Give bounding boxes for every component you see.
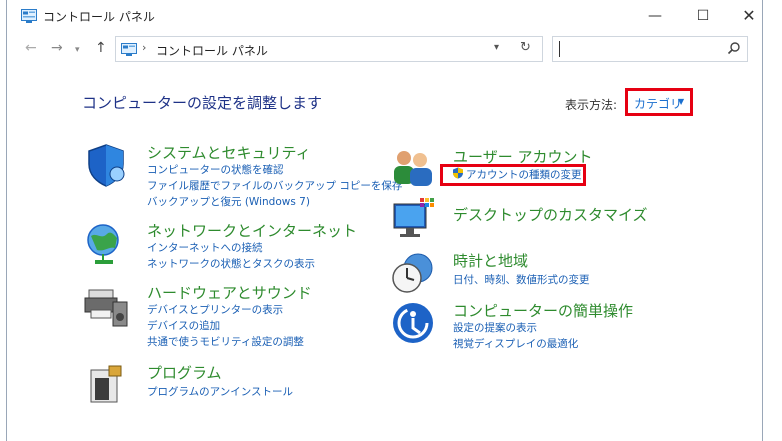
text-caret	[559, 41, 560, 57]
control-panel-icon	[21, 9, 37, 23]
category-link[interactable]: 共通で使うモビリティ設定の調整	[147, 334, 304, 349]
clock-globe-icon[interactable]	[390, 250, 436, 296]
view-by-label: 表示方法:	[565, 98, 618, 112]
category-title[interactable]: システムとセキュリティ	[147, 142, 311, 163]
control-panel-window: コントロール パネル — ☐ ✕ ← → ▾ ↑ › コントロール パネル ▾ …	[6, 0, 763, 441]
monitor-icon[interactable]	[390, 196, 436, 242]
category-link[interactable]: デバイスの追加	[147, 318, 220, 333]
breadcrumb-separator: ›	[142, 41, 147, 54]
category-link[interactable]: コンピューターの状態を確認	[147, 162, 284, 177]
category-link[interactable]: 設定の提案の表示	[453, 320, 537, 335]
category-link[interactable]: デバイスとプリンターの表示	[147, 302, 283, 317]
back-button[interactable]: ←	[25, 40, 37, 56]
forward-button[interactable]: →	[51, 40, 63, 56]
category-link[interactable]: ファイル履歴でファイルのバックアップ コピーを保存	[147, 178, 402, 193]
category-desktop-customization: デスクトップのカスタマイズ	[390, 196, 690, 242]
category-title[interactable]: デスクトップのカスタマイズ	[453, 204, 648, 225]
category-link[interactable]: インターネットへの接続	[147, 240, 263, 255]
search-icon[interactable]	[727, 41, 741, 55]
close-button[interactable]: ✕	[729, 4, 769, 28]
shield-icon[interactable]	[83, 142, 129, 188]
refresh-button[interactable]: ↻	[520, 40, 531, 55]
category-link[interactable]: 視覚ディスプレイの最適化	[453, 336, 578, 351]
category-title[interactable]: 時計と地域	[453, 250, 528, 271]
address-bar[interactable]: › コントロール パネル ▾ ↻	[115, 36, 543, 62]
category-title[interactable]: プログラム	[147, 362, 222, 383]
highlight-box	[440, 164, 586, 186]
minimize-button[interactable]: —	[635, 4, 675, 28]
page-title: コンピューターの設定を調整します	[82, 94, 323, 112]
category-link[interactable]: バックアップと復元 (Windows 7)	[147, 194, 310, 209]
programs-icon[interactable]	[83, 362, 129, 408]
maximize-button[interactable]: ☐	[683, 4, 723, 28]
address-dropdown-button[interactable]: ▾	[494, 42, 499, 53]
category-programs: プログラム プログラムのアンインストール	[83, 362, 383, 408]
up-button[interactable]: ↑	[95, 40, 107, 56]
window-title: コントロール パネル	[43, 10, 155, 24]
breadcrumb-control-panel[interactable]: コントロール パネル	[156, 42, 268, 59]
control-panel-icon	[121, 43, 137, 56]
title-bar: コントロール パネル — ☐ ✕	[7, 0, 762, 32]
category-link[interactable]: プログラムのアンインストール	[147, 384, 293, 399]
category-title[interactable]: ハードウェアとサウンド	[147, 282, 312, 303]
category-hardware-sound: ハードウェアとサウンド デバイスとプリンターの表示 デバイスの追加 共通で使うモ…	[83, 282, 383, 348]
category-ease-of-access: コンピューターの簡単操作 設定の提案の表示 視覚ディスプレイの最適化	[390, 300, 690, 352]
users-icon[interactable]	[390, 144, 436, 190]
network-globe-icon[interactable]	[83, 220, 129, 266]
category-link[interactable]: ネットワークの状態とタスクの表示	[147, 256, 315, 271]
view-by-value[interactable]: カテゴリ	[634, 95, 682, 112]
accessibility-icon[interactable]	[390, 300, 436, 346]
chevron-down-icon[interactable]: ▼	[678, 97, 684, 106]
search-input[interactable]	[552, 36, 748, 62]
view-by-dropdown[interactable]: カテゴリ ▼	[625, 88, 693, 116]
category-title[interactable]: ネットワークとインターネット	[147, 220, 357, 241]
category-network-internet: ネットワークとインターネット インターネットへの接続 ネットワークの状態とタスク…	[83, 220, 383, 270]
category-title[interactable]: コンピューターの簡単操作	[453, 300, 633, 321]
recent-locations-button[interactable]: ▾	[75, 45, 80, 55]
category-clock-region: 時計と地域 日付、時刻、数値形式の変更	[390, 250, 690, 296]
category-link[interactable]: 日付、時刻、数値形式の変更	[453, 272, 590, 287]
printer-speaker-icon[interactable]	[83, 282, 129, 328]
category-system-security: システムとセキュリティ コンピューターの状態を確認 ファイル履歴でファイルのバッ…	[83, 142, 402, 208]
